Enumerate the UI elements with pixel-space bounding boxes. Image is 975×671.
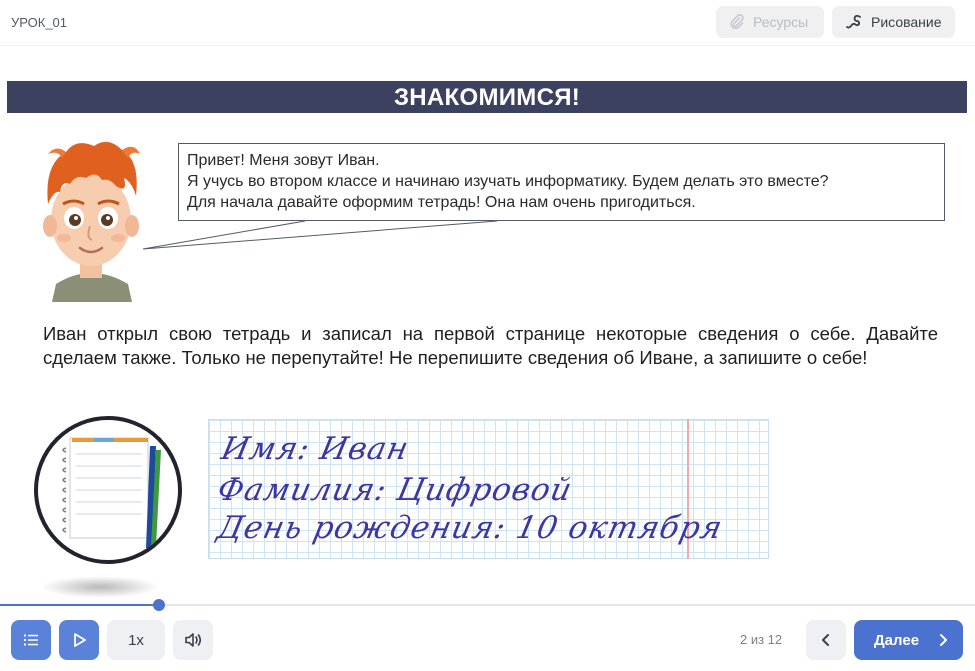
chevron-right-icon — [940, 634, 948, 646]
drawing-label: Рисование — [871, 14, 942, 30]
progress-handle[interactable] — [153, 599, 165, 611]
section-title-banner: ЗНАКОМИМСЯ! — [7, 81, 967, 113]
speech-line: Для начала давайте оформим тетрадь! Она … — [187, 194, 696, 211]
instruction-paragraph: Иван открыл свою тетрадь и записал на пе… — [43, 323, 938, 368]
page-counter: 2 из 12 — [740, 632, 783, 647]
lesson-title: УРОК_01 — [11, 15, 68, 30]
boy-avatar-illustration — [43, 141, 140, 302]
drawing-button[interactable]: Рисование — [832, 6, 955, 38]
chevron-left-icon — [822, 634, 829, 646]
handwritten-line-birthday: День рождения: 10 октября — [214, 510, 727, 546]
notebook-icon — [62, 437, 161, 556]
play-icon — [74, 633, 86, 647]
list-icon — [24, 634, 38, 646]
play-button[interactable] — [59, 620, 99, 660]
previous-button[interactable] — [806, 620, 846, 660]
speech-line: Я учусь во втором классе и начинаю изуча… — [187, 173, 829, 190]
speaker-icon — [185, 633, 202, 647]
handwritten-line-name: Имя: Иван — [218, 431, 413, 467]
playback-speed-button[interactable]: 1x — [107, 620, 165, 660]
paperclip-icon — [730, 14, 744, 30]
resources-label: Ресурсы — [753, 14, 809, 30]
next-label: Далее — [874, 631, 920, 649]
volume-button[interactable] — [173, 620, 213, 660]
next-button[interactable]: Далее — [854, 620, 963, 660]
contents-list-button[interactable] — [11, 620, 51, 660]
speech-bubble: Привет! Меня зовут Иван. Я учусь во втор… — [178, 143, 945, 221]
resources-button[interactable]: Ресурсы — [716, 6, 824, 38]
progress-fill — [0, 604, 159, 606]
speech-line: Привет! Меня зовут Иван. — [187, 152, 380, 169]
top-bar: УРОК_01 Ресурсы Рисование — [0, 0, 975, 46]
notebook-shadow — [40, 576, 160, 598]
handwritten-line-surname: Фамилия: Цифровой — [214, 472, 576, 508]
squiggle-draw-icon — [846, 14, 861, 29]
notebook-illustration — [34, 416, 182, 564]
